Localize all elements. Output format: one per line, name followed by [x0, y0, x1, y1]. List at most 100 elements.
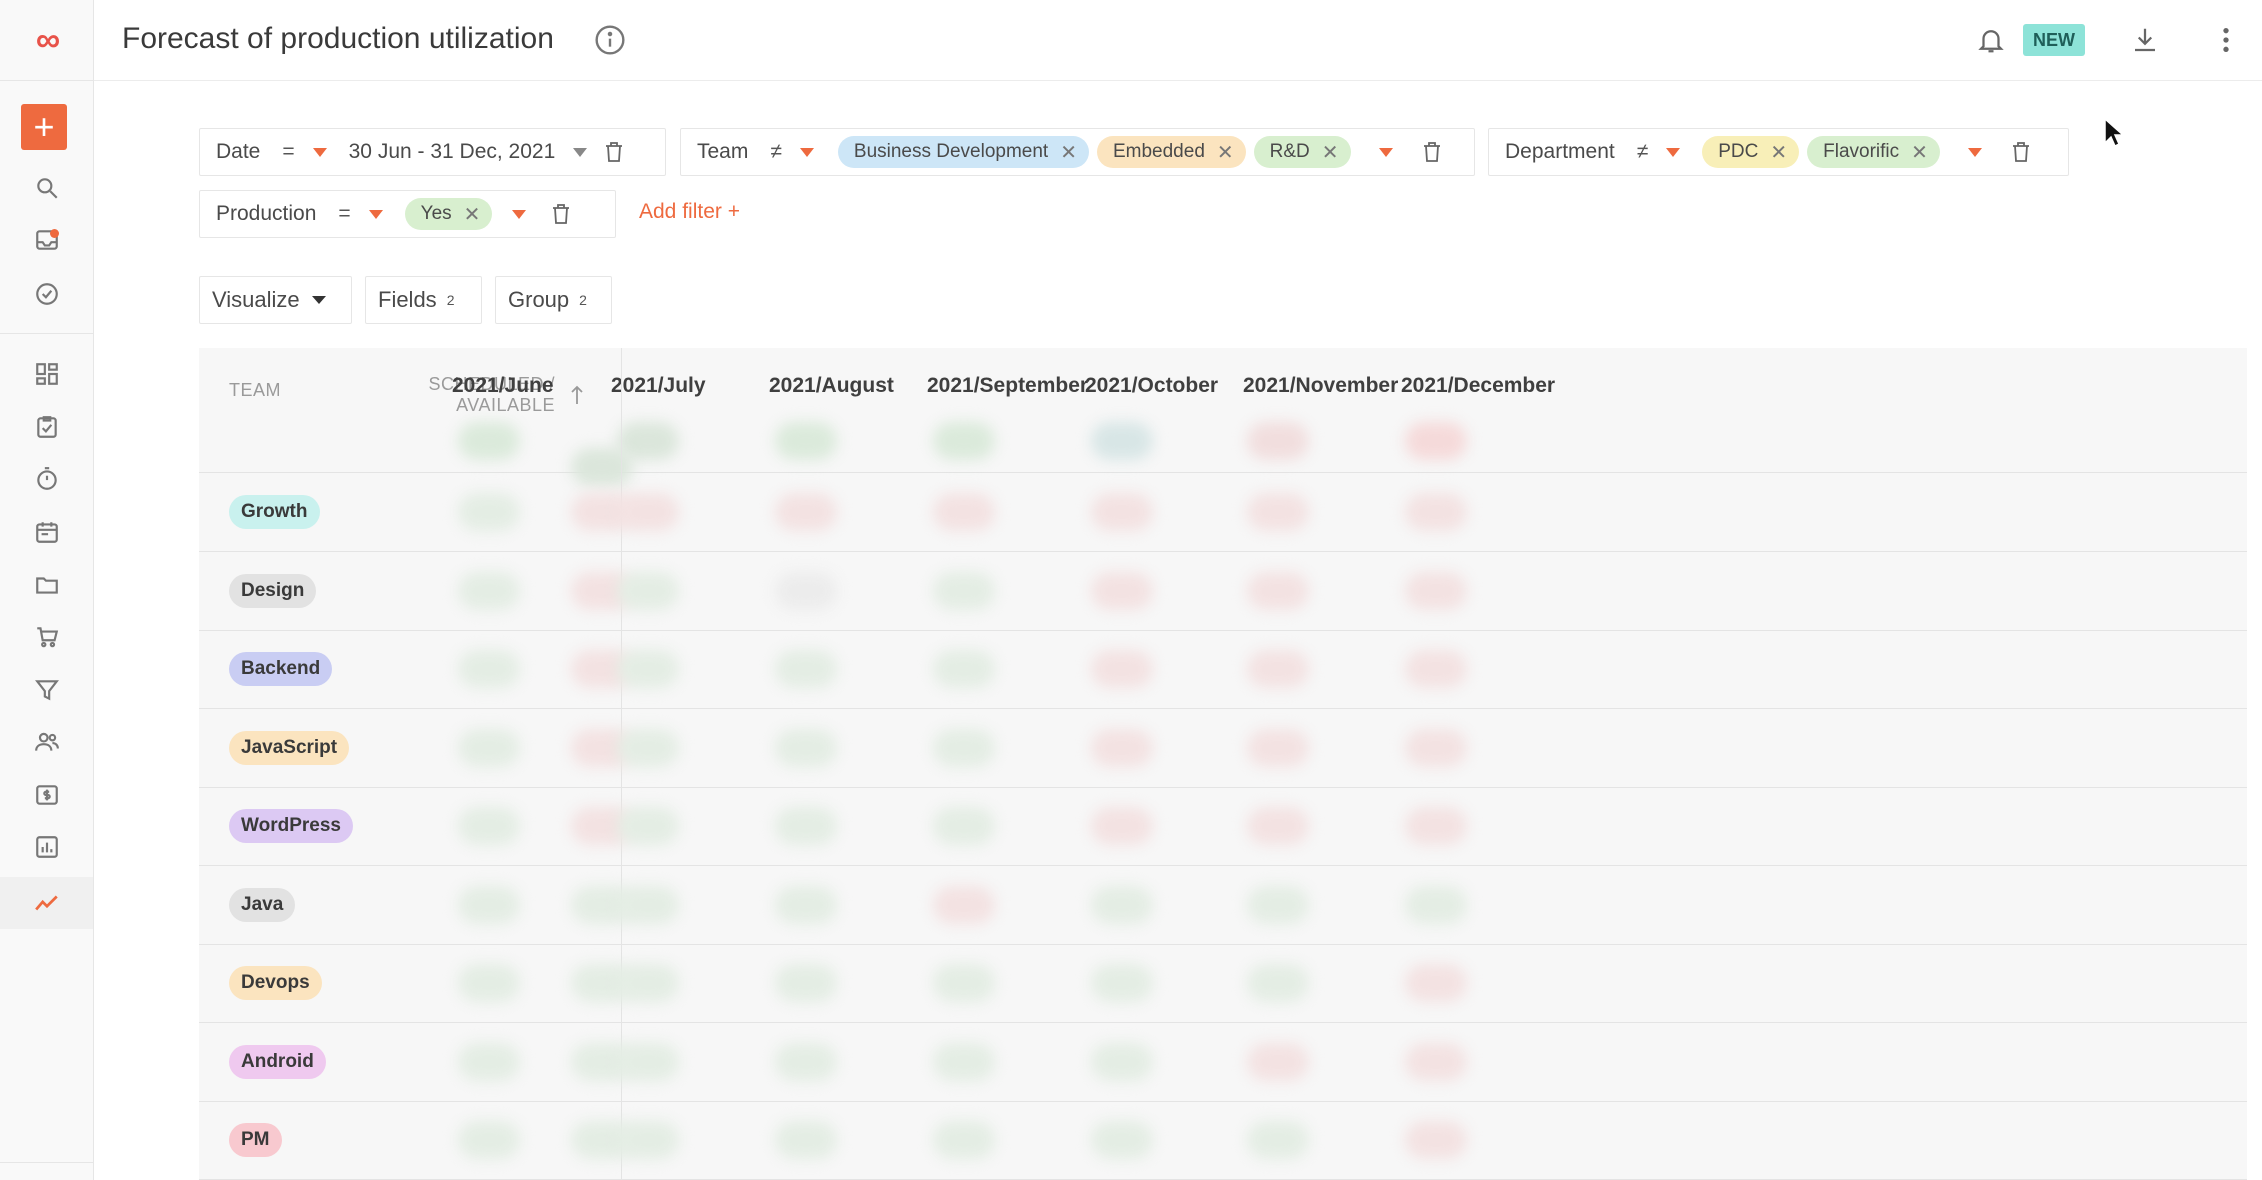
team-tag[interactable]: Backend: [229, 652, 333, 686]
timer-icon[interactable]: [0, 453, 93, 505]
filter-production[interactable]: Production = Yes ✕: [199, 190, 616, 238]
tasks-icon[interactable]: [0, 401, 93, 453]
bell-icon[interactable]: [1976, 24, 2006, 56]
fields-button[interactable]: Fields 2: [365, 276, 482, 324]
filter-department-operator[interactable]: ≠: [1637, 140, 1649, 164]
cell-value-blurred: [1091, 728, 1153, 767]
cell-value-blurred: [1405, 1042, 1467, 1081]
table-row[interactable]: Design: [199, 552, 2247, 631]
column-header-month[interactable]: 2021/August: [769, 374, 894, 398]
team-tag[interactable]: Android: [229, 1044, 326, 1079]
chip-business-development[interactable]: Business Development ✕: [837, 136, 1089, 168]
cell-value-blurred: [775, 964, 837, 1002]
calendar-icon[interactable]: [0, 506, 93, 558]
column-header-month[interactable]: 2021/November: [1243, 374, 1398, 398]
chevron-down-icon[interactable]: [312, 147, 327, 157]
cart-icon[interactable]: [0, 611, 93, 663]
column-header-month[interactable]: 2021/December: [1401, 374, 1555, 398]
info-icon[interactable]: [594, 24, 626, 56]
add-button[interactable]: +: [21, 104, 67, 150]
search-icon[interactable]: [0, 162, 93, 214]
filter-production-operator[interactable]: =: [338, 202, 350, 226]
column-header-month[interactable]: 2021/October: [1085, 374, 1218, 398]
header-value-blurred: [458, 422, 520, 460]
table-row[interactable]: Backend: [199, 630, 2247, 709]
dashboard-icon[interactable]: [0, 348, 93, 400]
chevron-down-icon[interactable]: [573, 147, 588, 157]
team-tag[interactable]: Java: [229, 887, 296, 922]
trash-icon[interactable]: [1423, 141, 1441, 163]
close-icon[interactable]: ✕: [464, 202, 481, 227]
new-badge[interactable]: NEW: [2023, 24, 2085, 56]
filter-date-operator[interactable]: =: [282, 140, 294, 164]
close-icon[interactable]: ✕: [1060, 140, 1077, 165]
close-icon[interactable]: ✕: [1217, 140, 1234, 165]
trash-icon[interactable]: [552, 203, 570, 225]
close-icon[interactable]: ✕: [1322, 140, 1339, 165]
trash-icon[interactable]: [605, 141, 623, 163]
group-button[interactable]: Group 2: [495, 276, 612, 324]
cell-value-blurred: [775, 885, 837, 924]
team-tag[interactable]: WordPress: [229, 809, 353, 843]
close-icon[interactable]: ✕: [1911, 140, 1928, 165]
cell-value-blurred: [1405, 650, 1467, 688]
table-row[interactable]: PM: [199, 1101, 2247, 1180]
check-circle-icon[interactable]: [0, 268, 93, 320]
chip-rnd[interactable]: R&D ✕: [1253, 136, 1351, 168]
inbox-icon[interactable]: [0, 214, 93, 266]
team-tag[interactable]: JavaScript: [229, 730, 350, 765]
chip-yes[interactable]: Yes ✕: [404, 198, 493, 230]
cell-value-blurred: [1091, 650, 1153, 688]
chevron-down-icon[interactable]: [799, 147, 814, 157]
chip-embedded[interactable]: Embedded ✕: [1096, 136, 1246, 168]
folder-icon[interactable]: [0, 559, 93, 611]
add-filter-link[interactable]: Add filter +: [639, 200, 740, 224]
table-row[interactable]: WordPress: [199, 787, 2247, 866]
notification-dot: [50, 229, 59, 238]
table-row[interactable]: Java: [199, 866, 2247, 945]
column-header-team[interactable]: TEAM: [229, 380, 281, 401]
chevron-down-icon[interactable]: [368, 209, 383, 219]
chevron-down-icon[interactable]: [1378, 147, 1393, 157]
sort-ascending-icon[interactable]: [569, 384, 585, 406]
cell-value-blurred: [1091, 885, 1153, 924]
trend-icon[interactable]: [0, 877, 93, 929]
chevron-down-icon[interactable]: [1967, 147, 1982, 157]
team-tag[interactable]: PM: [229, 1123, 282, 1157]
filter-team[interactable]: Team ≠ Business Development ✕ Embedded ✕ R…: [680, 128, 1475, 176]
column-header-month[interactable]: 2021/September: [927, 374, 1088, 398]
funnel-icon[interactable]: [0, 664, 93, 716]
cell-value-blurred: [1247, 964, 1309, 1002]
cell-value-blurred: [1091, 1042, 1153, 1081]
app-logo[interactable]: ∞: [0, 0, 93, 81]
chip-flavorific[interactable]: Flavorific ✕: [1807, 136, 1940, 168]
people-icon[interactable]: [0, 716, 93, 768]
visualize-button[interactable]: Visualize: [199, 276, 352, 324]
invoice-icon[interactable]: [0, 769, 93, 821]
cell-value-blurred: [458, 885, 520, 924]
cell-value-blurred: [458, 1121, 520, 1159]
page-header: Forecast of production utilization NEW: [94, 0, 2262, 81]
team-tag[interactable]: Growth: [229, 495, 320, 529]
column-header-month[interactable]: 2021/July: [611, 374, 706, 398]
close-icon[interactable]: ✕: [1770, 140, 1787, 165]
trash-icon[interactable]: [2012, 141, 2030, 163]
filter-date[interactable]: Date = 30 Jun - 31 Dec, 2021: [199, 128, 666, 176]
chevron-down-icon[interactable]: [512, 209, 527, 219]
filter-department[interactable]: Department ≠ PDC ✕ Flavorific ✕: [1488, 128, 2069, 176]
table-row[interactable]: Android: [199, 1023, 2247, 1102]
download-icon[interactable]: [2130, 24, 2160, 56]
team-tag[interactable]: Devops: [229, 966, 322, 1000]
chip-pdc[interactable]: PDC ✕: [1702, 136, 1800, 168]
team-tag[interactable]: Design: [229, 573, 317, 608]
chevron-down-icon[interactable]: [1666, 147, 1681, 157]
filter-team-operator[interactable]: ≠: [770, 140, 782, 164]
more-options-icon[interactable]: [2216, 24, 2236, 56]
cell-value-blurred: [775, 493, 837, 531]
table-row[interactable]: JavaScript: [199, 709, 2247, 788]
filter-date-value[interactable]: 30 Jun - 31 Dec, 2021: [349, 140, 556, 164]
table-row[interactable]: Devops: [199, 944, 2247, 1023]
report-icon[interactable]: [0, 821, 93, 873]
column-header-month[interactable]: 2021/June: [452, 374, 554, 398]
table-row[interactable]: Growth: [199, 473, 2247, 552]
